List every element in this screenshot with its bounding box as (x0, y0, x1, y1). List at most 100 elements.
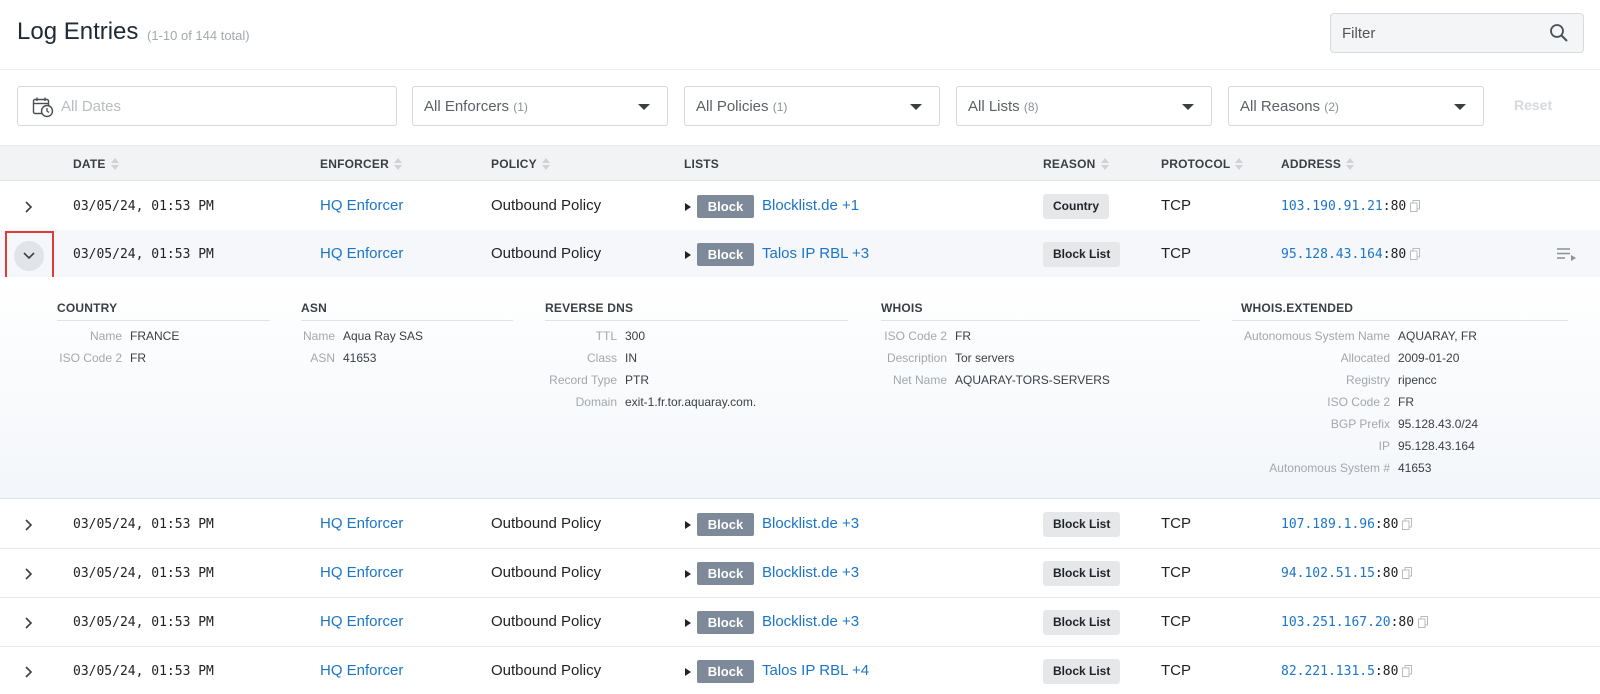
enforcer-link[interactable]: HQ Enforcer (320, 613, 403, 630)
enforcers-select[interactable]: All Enforcers (1) (412, 86, 668, 126)
enforcer-link[interactable]: HQ Enforcer (320, 564, 403, 581)
row-protocol: TCP (1161, 515, 1191, 532)
play-triangle-icon[interactable] (685, 203, 691, 211)
play-triangle-icon[interactable] (685, 251, 691, 259)
filter-search[interactable] (1330, 13, 1584, 53)
detail-value: IN (625, 351, 637, 365)
detail-value: Tor servers (955, 351, 1015, 365)
row-policy: Outbound Policy (491, 197, 602, 214)
date-range-picker[interactable]: All Dates (17, 86, 397, 126)
policies-count: (1) (772, 100, 788, 114)
expand-toggle[interactable] (14, 608, 44, 638)
address-port: :80 (1374, 664, 1399, 679)
address-link[interactable]: 82.221.131.5 (1281, 664, 1375, 679)
expand-toggle[interactable] (14, 559, 44, 589)
lists-link[interactable]: Talos IP RBL +3 (762, 245, 869, 262)
expand-toggle[interactable] (14, 192, 44, 222)
copy-icon[interactable] (1410, 199, 1421, 212)
enforcers-count: (1) (513, 100, 528, 114)
reset-button[interactable]: Reset (1514, 97, 1552, 113)
lists-link[interactable]: Blocklist.de +3 (762, 515, 859, 532)
table-row[interactable]: 03/05/24, 01:53 PM HQ Enforcer Outbound … (0, 598, 1600, 647)
column-protocol[interactable]: PROTOCOL (1161, 157, 1244, 171)
lists-select[interactable]: All Lists (8) (956, 86, 1212, 126)
section-title: COUNTRY (57, 301, 270, 321)
play-triangle-icon[interactable] (685, 619, 691, 627)
row-address: 82.221.131.5:80 (1281, 664, 1413, 679)
address-link[interactable]: 107.189.1.96 (1281, 517, 1375, 532)
table-row[interactable]: 03/05/24, 01:53 PM HQ Enforcer Outbound … (0, 549, 1600, 598)
filter-bar: All Dates All Enforcers (1) All Policies… (0, 70, 1600, 145)
row-address: 103.251.167.20:80 (1281, 615, 1429, 630)
row-address: 107.189.1.96:80 (1281, 517, 1413, 532)
action-badge: Block (697, 562, 754, 585)
detail-value: 41653 (343, 351, 377, 365)
row-date: 03/05/24, 01:53 PM (73, 247, 214, 262)
reasons-label: All Reasons (1240, 98, 1321, 115)
address-link[interactable]: 103.190.91.21 (1281, 199, 1383, 214)
caret-down-icon (1454, 104, 1466, 110)
table-row[interactable]: 03/05/24, 01:53 PM HQ Enforcer Outbound … (0, 500, 1600, 549)
detail-key: Class (586, 351, 617, 365)
column-address[interactable]: ADDRESS (1281, 157, 1355, 171)
detail-key: Name (89, 329, 122, 343)
expand-toggle[interactable] (14, 510, 44, 540)
detail-key: Domain (575, 395, 617, 409)
chevron-right-icon (25, 666, 33, 678)
column-enforcer[interactable]: ENFORCER (320, 157, 402, 171)
row-date: 03/05/24, 01:53 PM (73, 517, 214, 532)
detail-key: ISO Code 2 (59, 351, 122, 365)
copy-icon[interactable] (1402, 664, 1413, 677)
play-triangle-icon[interactable] (685, 521, 691, 529)
sort-icon (110, 157, 119, 170)
lists-link[interactable]: Talos IP RBL +4 (762, 662, 869, 679)
play-triangle-icon[interactable] (685, 668, 691, 676)
row-address: 103.190.91.21:80 (1281, 199, 1421, 214)
calendar-clock-icon (32, 97, 54, 118)
play-triangle-icon[interactable] (685, 570, 691, 578)
action-badge: Block (697, 243, 754, 266)
address-port: :80 (1374, 517, 1399, 532)
reason-badge: Country (1043, 194, 1109, 219)
enforcer-link[interactable]: HQ Enforcer (320, 515, 403, 532)
enforcer-link[interactable]: HQ Enforcer (320, 197, 403, 214)
copy-icon[interactable] (1402, 517, 1413, 530)
table-row[interactable]: 03/05/24, 01:53 PM HQ Enforcer Outbound … (0, 182, 1600, 231)
page-title: Log Entries (17, 18, 139, 45)
section-title: ASN (301, 301, 513, 321)
detail-key: Record Type (549, 373, 617, 387)
copy-icon[interactable] (1418, 615, 1429, 628)
address-link[interactable]: 95.128.43.164 (1281, 247, 1383, 262)
section-title: WHOIS.EXTENDED (1232, 301, 1568, 321)
playlist-icon[interactable] (1556, 246, 1578, 262)
address-port: :80 (1382, 247, 1407, 262)
lists-link[interactable]: Blocklist.de +3 (762, 613, 859, 630)
reason-badge: Block List (1043, 610, 1121, 635)
policies-select[interactable]: All Policies (1) (684, 86, 940, 126)
enforcer-link[interactable]: HQ Enforcer (320, 662, 403, 679)
section-title: WHOIS (881, 301, 1200, 321)
table-row-expanded[interactable]: 03/05/24, 01:53 PM HQ Enforcer Outbound … (0, 230, 1600, 280)
copy-icon[interactable] (1410, 247, 1421, 260)
address-link[interactable]: 94.102.51.15 (1281, 566, 1375, 581)
detail-key: Registry (1345, 373, 1390, 387)
address-link[interactable]: 103.251.167.20 (1281, 615, 1391, 630)
enforcer-link[interactable]: HQ Enforcer (320, 245, 403, 262)
row-policy: Outbound Policy (491, 564, 602, 581)
entry-count: (1-10 of 144 total) (147, 28, 250, 43)
lists-link[interactable]: Blocklist.de +3 (762, 564, 859, 581)
filter-input[interactable] (1331, 14, 1541, 52)
reasons-select[interactable]: All Reasons (2) (1228, 86, 1484, 126)
collapse-toggle[interactable] (14, 241, 44, 271)
column-date[interactable]: DATE (73, 157, 119, 171)
detail-key: Name (302, 329, 335, 343)
details-reverse-dns: REVERSE DNS TTL 300 Class IN Record Type PT… (545, 301, 848, 409)
table-row[interactable]: 03/05/24, 01:53 PM HQ Enforcer Outbound … (0, 647, 1600, 694)
search-icon[interactable] (1549, 23, 1569, 43)
column-policy[interactable]: POLICY (491, 157, 550, 171)
expand-toggle[interactable] (14, 657, 44, 687)
lists-link[interactable]: Blocklist.de +1 (762, 197, 859, 214)
column-reason[interactable]: REASON (1043, 157, 1109, 171)
copy-icon[interactable] (1402, 566, 1413, 579)
details-country: COUNTRY Name FRANCE ISO Code 2 FR (57, 301, 270, 365)
